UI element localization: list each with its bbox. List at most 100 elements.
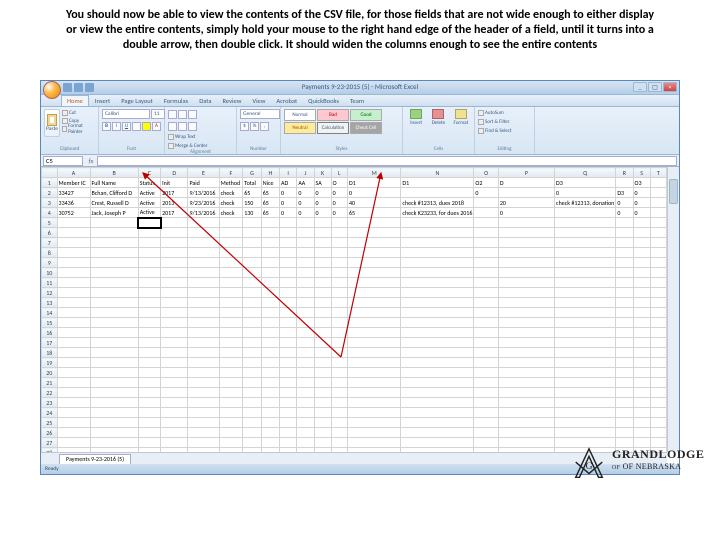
paste-button[interactable]: Paste — [44, 109, 60, 137]
cell[interactable] — [633, 368, 650, 378]
cell[interactable]: 0 — [314, 208, 331, 218]
cell[interactable] — [401, 398, 474, 408]
cell[interactable] — [219, 218, 243, 228]
row-header[interactable]: 21 — [42, 378, 58, 388]
close-button[interactable]: × — [663, 82, 677, 92]
row-header[interactable]: 22 — [42, 388, 58, 398]
cell[interactable] — [243, 218, 262, 228]
cell[interactable] — [90, 288, 138, 298]
cell[interactable] — [331, 438, 347, 448]
cell[interactable] — [401, 248, 474, 258]
cell[interactable] — [219, 328, 243, 338]
cell[interactable] — [401, 268, 474, 278]
cell[interactable] — [401, 408, 474, 418]
cell[interactable] — [188, 278, 219, 288]
cell[interactable] — [219, 318, 243, 328]
cell[interactable]: Crest, Russell D — [90, 198, 138, 208]
cell[interactable] — [297, 438, 314, 448]
cell[interactable] — [650, 218, 666, 228]
cell[interactable] — [243, 238, 262, 248]
cell[interactable] — [161, 428, 188, 438]
cell[interactable] — [138, 348, 160, 358]
cell[interactable] — [555, 218, 616, 228]
row-header[interactable]: 4 — [42, 208, 58, 218]
column-header[interactable]: P — [498, 168, 554, 178]
cell[interactable] — [347, 298, 400, 308]
cell[interactable] — [219, 278, 243, 288]
cell[interactable] — [314, 318, 331, 328]
cell[interactable] — [555, 318, 616, 328]
cell[interactable] — [498, 428, 554, 438]
cell[interactable] — [261, 298, 279, 308]
cell[interactable] — [474, 208, 499, 218]
cell[interactable] — [347, 338, 400, 348]
cell[interactable] — [347, 308, 400, 318]
cell[interactable] — [555, 258, 616, 268]
cell[interactable] — [280, 368, 297, 378]
cell[interactable] — [280, 308, 297, 318]
cell[interactable] — [633, 348, 650, 358]
cell[interactable] — [633, 248, 650, 258]
cell[interactable] — [474, 378, 499, 388]
cell[interactable] — [297, 428, 314, 438]
cell[interactable] — [188, 248, 219, 258]
cell[interactable] — [219, 288, 243, 298]
cell[interactable] — [219, 238, 243, 248]
cell[interactable] — [616, 408, 633, 418]
cell[interactable] — [650, 238, 666, 248]
format-cells-button[interactable]: Format — [451, 109, 471, 126]
cell[interactable] — [498, 418, 554, 428]
cell[interactable] — [188, 408, 219, 418]
cell[interactable] — [616, 388, 633, 398]
cell[interactable] — [280, 338, 297, 348]
cell[interactable]: 65 — [347, 208, 400, 218]
cell[interactable] — [347, 238, 400, 248]
cell[interactable] — [347, 258, 400, 268]
cell[interactable] — [633, 358, 650, 368]
cell[interactable]: 33436 — [57, 198, 90, 208]
row-header[interactable]: 8 — [42, 248, 58, 258]
column-header[interactable]: O — [474, 168, 499, 178]
cell[interactable] — [90, 238, 138, 248]
cell[interactable] — [297, 238, 314, 248]
cell[interactable] — [633, 298, 650, 308]
cell[interactable]: Active — [138, 188, 160, 198]
cell[interactable]: 65 — [261, 188, 279, 198]
cell[interactable]: check — [219, 198, 243, 208]
cell[interactable] — [261, 308, 279, 318]
cell[interactable] — [188, 418, 219, 428]
cell[interactable]: Jack, Joseph P — [90, 208, 138, 218]
cell[interactable] — [650, 178, 666, 188]
cell[interactable]: D1 — [401, 178, 474, 188]
cell[interactable] — [90, 388, 138, 398]
cell[interactable] — [243, 288, 262, 298]
row-header[interactable]: 23 — [42, 398, 58, 408]
cell[interactable] — [219, 298, 243, 308]
align-center-button[interactable] — [178, 122, 187, 131]
cell[interactable] — [261, 358, 279, 368]
cell[interactable] — [616, 268, 633, 278]
tab-home[interactable]: Home — [61, 95, 89, 106]
cell[interactable] — [243, 388, 262, 398]
cell[interactable] — [347, 398, 400, 408]
row-header[interactable]: 20 — [42, 368, 58, 378]
cell[interactable] — [616, 318, 633, 328]
cell[interactable] — [188, 428, 219, 438]
cell[interactable] — [219, 258, 243, 268]
cut-button[interactable]: Cut — [62, 109, 92, 116]
cell[interactable] — [90, 418, 138, 428]
formula-input[interactable] — [97, 156, 677, 166]
office-button[interactable] — [43, 81, 61, 99]
cell[interactable] — [401, 218, 474, 228]
cell[interactable] — [57, 428, 90, 438]
row-header[interactable]: 17 — [42, 338, 58, 348]
cell[interactable] — [314, 228, 331, 238]
cell[interactable] — [57, 378, 90, 388]
cell[interactable]: 0 — [616, 208, 633, 218]
cell[interactable] — [138, 228, 160, 238]
cell[interactable] — [498, 308, 554, 318]
cell[interactable] — [555, 378, 616, 388]
cell[interactable] — [474, 368, 499, 378]
cell[interactable] — [188, 398, 219, 408]
row-header[interactable]: 25 — [42, 418, 58, 428]
